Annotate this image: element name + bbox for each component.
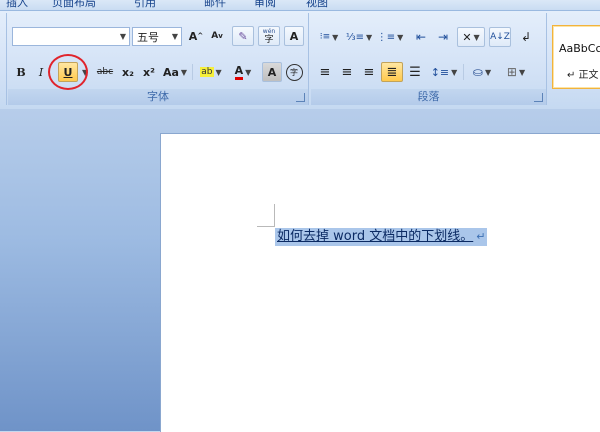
chevron-down-icon[interactable]: ▼ bbox=[172, 32, 178, 41]
distribute-icon: ☰ bbox=[409, 64, 421, 80]
line-spacing-button[interactable]: ↕≡ ▼ bbox=[429, 62, 459, 82]
char-shading-button[interactable]: A bbox=[262, 62, 282, 82]
bold-button[interactable]: B bbox=[12, 62, 30, 82]
paragraph-dialog-launcher-icon[interactable] bbox=[534, 93, 543, 102]
highlight-button[interactable]: ab ▼ bbox=[196, 62, 226, 82]
paragraph-mark-icon: ↵ bbox=[476, 230, 486, 243]
bold-icon: B bbox=[16, 65, 26, 79]
align-left-button[interactable]: ≡ bbox=[315, 62, 335, 82]
enclose-char-button[interactable]: 字 bbox=[284, 62, 304, 82]
borders-icon: ⊞ bbox=[506, 65, 517, 79]
document-text: 如何去掉 word 文档中的下划线。 bbox=[277, 229, 474, 244]
font-color-button[interactable]: A ▼ bbox=[228, 62, 258, 82]
distribute-button[interactable]: ☰ bbox=[405, 62, 425, 82]
paragraph-group: ⁝≡ ▼ ⅓≡ ▼ ⋮≡ ▼ ⇤ ⇥ ✕ ▼ A↓Z ↲ ≡ ≡ ≡ ≣ ☰ ↕… bbox=[311, 13, 547, 105]
shrink-font-button[interactable]: Av bbox=[207, 26, 227, 46]
char-border-button[interactable]: A bbox=[284, 26, 304, 46]
change-case-button[interactable]: Aa ▼ bbox=[161, 62, 189, 82]
tab-view[interactable]: 视图 bbox=[306, 0, 328, 10]
line-spacing-icon: ↕≡ bbox=[430, 65, 450, 79]
divider bbox=[192, 64, 193, 80]
document-page[interactable]: 如何去掉 word 文档中的下划线。 ↵ bbox=[160, 133, 600, 432]
shrink-font-icon: A bbox=[211, 31, 219, 41]
show-marks-button[interactable]: ↲ bbox=[515, 27, 537, 47]
asian-layout-button[interactable]: ✕ ▼ bbox=[457, 27, 485, 47]
divider bbox=[463, 64, 464, 80]
crop-mark-vertical bbox=[274, 204, 275, 226]
bullet-list-icon: ⁝≡ bbox=[319, 31, 331, 42]
enclose-char-label: 字 bbox=[264, 35, 274, 45]
phonetic-guide-button[interactable]: wén 字 bbox=[258, 26, 280, 46]
strikethrough-icon: abc bbox=[96, 67, 114, 77]
superscript-button[interactable]: x² bbox=[139, 62, 159, 82]
shading-button[interactable]: ⛀ ▼ bbox=[467, 62, 497, 82]
sort-icon: A↓Z bbox=[490, 32, 510, 42]
decrease-indent-icon: ⇤ bbox=[415, 30, 427, 44]
ribbon: ▼ 五号 ▼ A ^ Av ✎ wén 字 A B I U ▼ abc x₂ x… bbox=[0, 10, 600, 110]
annotation-circle bbox=[48, 54, 88, 90]
align-left-icon: ≡ bbox=[319, 64, 331, 80]
subscript-icon: x₂ bbox=[122, 65, 134, 79]
align-right-button[interactable]: ≡ bbox=[359, 62, 379, 82]
decrease-indent-button[interactable]: ⇤ bbox=[411, 27, 431, 47]
paint-bucket-icon: ⛀ bbox=[472, 65, 483, 79]
font-group-label: 字体 bbox=[8, 89, 308, 105]
highlighter-icon: ab bbox=[200, 67, 214, 77]
selected-text-line[interactable]: 如何去掉 word 文档中的下划线。 ↵ bbox=[275, 228, 488, 246]
bullets-button[interactable]: ⁝≡ ▼ bbox=[315, 27, 343, 47]
tab-mailings[interactable]: 邮件 bbox=[204, 0, 226, 10]
justify-button[interactable]: ≣ bbox=[381, 62, 403, 82]
tab-references[interactable]: 引用 bbox=[134, 0, 156, 10]
grow-font-icon: A bbox=[188, 29, 198, 43]
increase-indent-button[interactable]: ⇥ bbox=[433, 27, 453, 47]
grow-font-button[interactable]: A ^ bbox=[186, 26, 206, 46]
ribbon-tabs: 插入 页面布局 引用 邮件 审阅 视图 bbox=[0, 0, 600, 10]
numbering-button[interactable]: ⅓≡ ▼ bbox=[345, 27, 373, 47]
eraser-icon: ✎ bbox=[238, 29, 248, 43]
font-dialog-launcher-icon[interactable] bbox=[296, 93, 305, 102]
numbered-list-icon: ⅓≡ bbox=[345, 31, 364, 43]
align-center-icon: ≡ bbox=[341, 64, 353, 80]
tab-review[interactable]: 审阅 bbox=[254, 0, 276, 10]
clear-format-button[interactable]: ✎ bbox=[232, 26, 254, 46]
document-workspace: 如何去掉 word 文档中的下划线。 ↵ bbox=[0, 109, 600, 432]
superscript-icon: x² bbox=[143, 65, 155, 79]
style-name: ↵ 正文 bbox=[567, 70, 599, 81]
paragraph-group-label: 段落 bbox=[311, 89, 546, 105]
align-center-button[interactable]: ≡ bbox=[337, 62, 357, 82]
subscript-button[interactable]: x₂ bbox=[118, 62, 138, 82]
multilevel-list-button[interactable]: ⋮≡ ▼ bbox=[375, 27, 405, 47]
font-size-combo[interactable]: 五号 ▼ bbox=[132, 27, 182, 46]
font-size-value: 五号 bbox=[137, 30, 159, 44]
tab-insert[interactable]: 插入 bbox=[6, 0, 28, 10]
sort-button[interactable]: A↓Z bbox=[489, 27, 511, 47]
asian-layout-icon: ✕ bbox=[462, 30, 472, 44]
clipboard-group-edge bbox=[0, 13, 7, 105]
tab-page-layout[interactable]: 页面布局 bbox=[52, 0, 96, 10]
strikethrough-button[interactable]: abc bbox=[94, 62, 116, 82]
style-preview: AaBbCc bbox=[559, 42, 600, 55]
chevron-down-icon[interactable]: ▼ bbox=[120, 32, 126, 41]
style-normal[interactable]: AaBbCc ↵ 正文 bbox=[552, 25, 600, 89]
justify-icon: ≣ bbox=[386, 64, 398, 80]
pilcrow-icon: ↲ bbox=[520, 30, 532, 44]
font-name-combo[interactable]: ▼ bbox=[12, 27, 130, 46]
increase-indent-icon: ⇥ bbox=[437, 30, 449, 44]
change-case-icon: Aa bbox=[162, 65, 179, 79]
crop-mark-horizontal bbox=[257, 226, 275, 227]
align-right-icon: ≡ bbox=[363, 64, 375, 80]
multilevel-list-icon: ⋮≡ bbox=[376, 31, 396, 43]
borders-button[interactable]: ⊞ ▼ bbox=[501, 62, 531, 82]
char-shading-icon: A bbox=[267, 65, 277, 79]
italic-icon: I bbox=[38, 65, 44, 79]
char-border-icon: A bbox=[289, 29, 299, 43]
font-color-icon: A bbox=[234, 64, 244, 80]
enclose-char-icon: 字 bbox=[285, 63, 303, 81]
